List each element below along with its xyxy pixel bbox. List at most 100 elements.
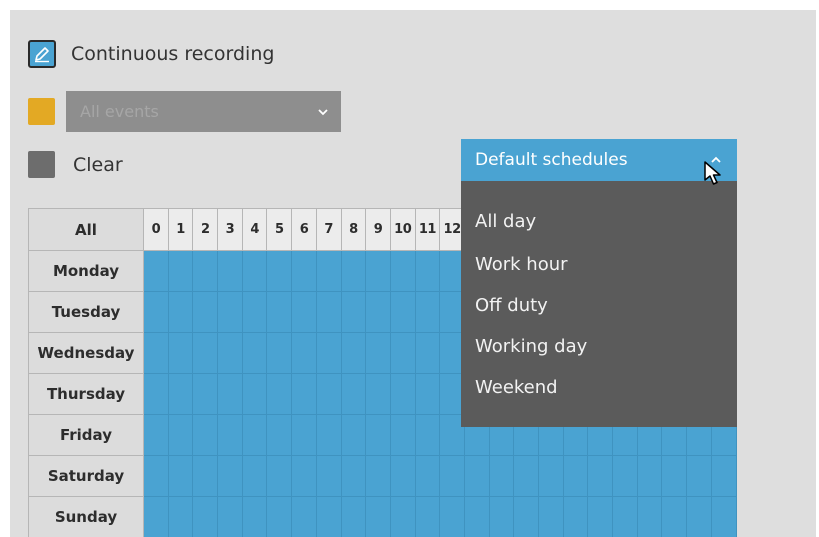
hour-header-1[interactable]: 1 bbox=[167, 208, 194, 251]
schedule-slot[interactable] bbox=[340, 291, 367, 333]
hour-header-4[interactable]: 4 bbox=[241, 208, 268, 251]
day-label-tuesday[interactable]: Tuesday bbox=[28, 291, 144, 333]
schedule-slot[interactable] bbox=[315, 291, 342, 333]
hour-header-10[interactable]: 10 bbox=[389, 208, 416, 251]
schedule-slot[interactable] bbox=[217, 496, 243, 537]
schedule-slot[interactable] bbox=[612, 496, 638, 537]
schedule-slot[interactable] bbox=[167, 414, 194, 456]
schedule-slot[interactable] bbox=[538, 496, 564, 537]
schedule-slot[interactable] bbox=[414, 496, 441, 537]
hour-header-8[interactable]: 8 bbox=[340, 208, 367, 251]
schedule-slot[interactable] bbox=[439, 455, 465, 497]
dropdown-item-all-day[interactable]: All day bbox=[461, 203, 737, 241]
schedule-slot[interactable] bbox=[538, 455, 564, 497]
schedule-slot[interactable] bbox=[636, 455, 663, 497]
schedule-slot[interactable] bbox=[315, 496, 342, 537]
schedule-slot[interactable] bbox=[439, 496, 465, 537]
schedule-slot[interactable] bbox=[414, 455, 441, 497]
schedule-slot[interactable] bbox=[488, 496, 515, 537]
dropdown-item-working-day[interactable]: Working day bbox=[461, 326, 737, 367]
schedule-slot[interactable] bbox=[389, 455, 416, 497]
schedule-slot[interactable] bbox=[266, 291, 293, 333]
schedule-slot[interactable] bbox=[143, 373, 169, 415]
dropdown-item-work-hour[interactable]: Work hour bbox=[461, 244, 737, 285]
schedule-slot[interactable] bbox=[315, 250, 342, 292]
schedule-slot[interactable] bbox=[562, 455, 589, 497]
schedule-slot[interactable] bbox=[143, 455, 169, 497]
schedule-slot[interactable] bbox=[291, 496, 317, 537]
schedule-slot[interactable] bbox=[266, 250, 293, 292]
schedule-slot[interactable] bbox=[463, 455, 490, 497]
schedule-slot[interactable] bbox=[389, 291, 416, 333]
schedule-slot[interactable] bbox=[143, 291, 169, 333]
schedule-slot[interactable] bbox=[167, 455, 194, 497]
schedule-slot[interactable] bbox=[389, 250, 416, 292]
schedule-slot[interactable] bbox=[241, 250, 268, 292]
schedule-slot[interactable] bbox=[315, 373, 342, 415]
schedule-slot[interactable] bbox=[241, 291, 268, 333]
schedule-slot[interactable] bbox=[192, 455, 219, 497]
schedule-slot[interactable] bbox=[389, 414, 416, 456]
schedule-slot[interactable] bbox=[217, 250, 243, 292]
hour-header-6[interactable]: 6 bbox=[291, 208, 317, 251]
schedule-slot[interactable] bbox=[463, 496, 490, 537]
schedule-slot[interactable] bbox=[291, 250, 317, 292]
hour-header-0[interactable]: 0 bbox=[143, 208, 169, 251]
schedule-slot[interactable] bbox=[661, 496, 688, 537]
schedule-slot[interactable] bbox=[217, 455, 243, 497]
schedule-slot[interactable] bbox=[365, 496, 391, 537]
schedule-slot[interactable] bbox=[291, 414, 317, 456]
schedule-slot[interactable] bbox=[340, 455, 367, 497]
schedule-slot[interactable] bbox=[414, 373, 441, 415]
schedule-slot[interactable] bbox=[686, 496, 712, 537]
schedule-slot[interactable] bbox=[340, 414, 367, 456]
schedule-slot[interactable] bbox=[192, 291, 219, 333]
schedule-slot[interactable] bbox=[291, 332, 317, 374]
schedule-slot[interactable] bbox=[414, 250, 441, 292]
day-label-sunday[interactable]: Sunday bbox=[28, 496, 144, 537]
schedule-slot[interactable] bbox=[612, 455, 638, 497]
schedule-slot[interactable] bbox=[167, 373, 194, 415]
schedule-slot[interactable] bbox=[710, 496, 737, 537]
schedule-slot[interactable] bbox=[414, 291, 441, 333]
schedule-slot[interactable] bbox=[217, 414, 243, 456]
schedule-slot[interactable] bbox=[192, 373, 219, 415]
schedule-slot[interactable] bbox=[365, 373, 391, 415]
schedule-slot[interactable] bbox=[389, 496, 416, 537]
schedule-slot[interactable] bbox=[143, 496, 169, 537]
schedule-slot[interactable] bbox=[389, 332, 416, 374]
schedule-slot[interactable] bbox=[513, 455, 539, 497]
dropdown-item-weekend[interactable]: Weekend bbox=[461, 367, 737, 408]
hour-header-3[interactable]: 3 bbox=[217, 208, 243, 251]
schedule-slot[interactable] bbox=[414, 332, 441, 374]
schedule-slot[interactable] bbox=[192, 414, 219, 456]
schedule-slot[interactable] bbox=[636, 496, 663, 537]
schedule-slot[interactable] bbox=[315, 455, 342, 497]
schedule-slot[interactable] bbox=[315, 414, 342, 456]
events-select[interactable]: All events bbox=[66, 91, 341, 132]
schedule-slot[interactable] bbox=[192, 332, 219, 374]
schedule-slot[interactable] bbox=[217, 332, 243, 374]
day-label-thursday[interactable]: Thursday bbox=[28, 373, 144, 415]
clear-swatch[interactable] bbox=[28, 151, 55, 178]
schedule-slot[interactable] bbox=[167, 291, 194, 333]
schedule-slot[interactable] bbox=[513, 496, 539, 537]
hour-header-11[interactable]: 11 bbox=[414, 208, 441, 251]
day-label-friday[interactable]: Friday bbox=[28, 414, 144, 456]
select-all-cell[interactable]: All bbox=[28, 208, 144, 251]
schedule-slot[interactable] bbox=[291, 373, 317, 415]
schedule-slot[interactable] bbox=[167, 332, 194, 374]
hour-header-2[interactable]: 2 bbox=[192, 208, 219, 251]
schedule-slot[interactable] bbox=[217, 373, 243, 415]
schedule-slot[interactable] bbox=[241, 496, 268, 537]
schedule-slot[interactable] bbox=[241, 455, 268, 497]
schedule-slot[interactable] bbox=[266, 373, 293, 415]
schedule-slot[interactable] bbox=[143, 250, 169, 292]
schedule-slot[interactable] bbox=[710, 455, 737, 497]
schedule-slot[interactable] bbox=[661, 455, 688, 497]
schedule-slot[interactable] bbox=[340, 496, 367, 537]
schedule-slot[interactable] bbox=[143, 332, 169, 374]
schedule-slot[interactable] bbox=[266, 496, 293, 537]
schedule-slot[interactable] bbox=[241, 373, 268, 415]
hour-header-5[interactable]: 5 bbox=[266, 208, 293, 251]
